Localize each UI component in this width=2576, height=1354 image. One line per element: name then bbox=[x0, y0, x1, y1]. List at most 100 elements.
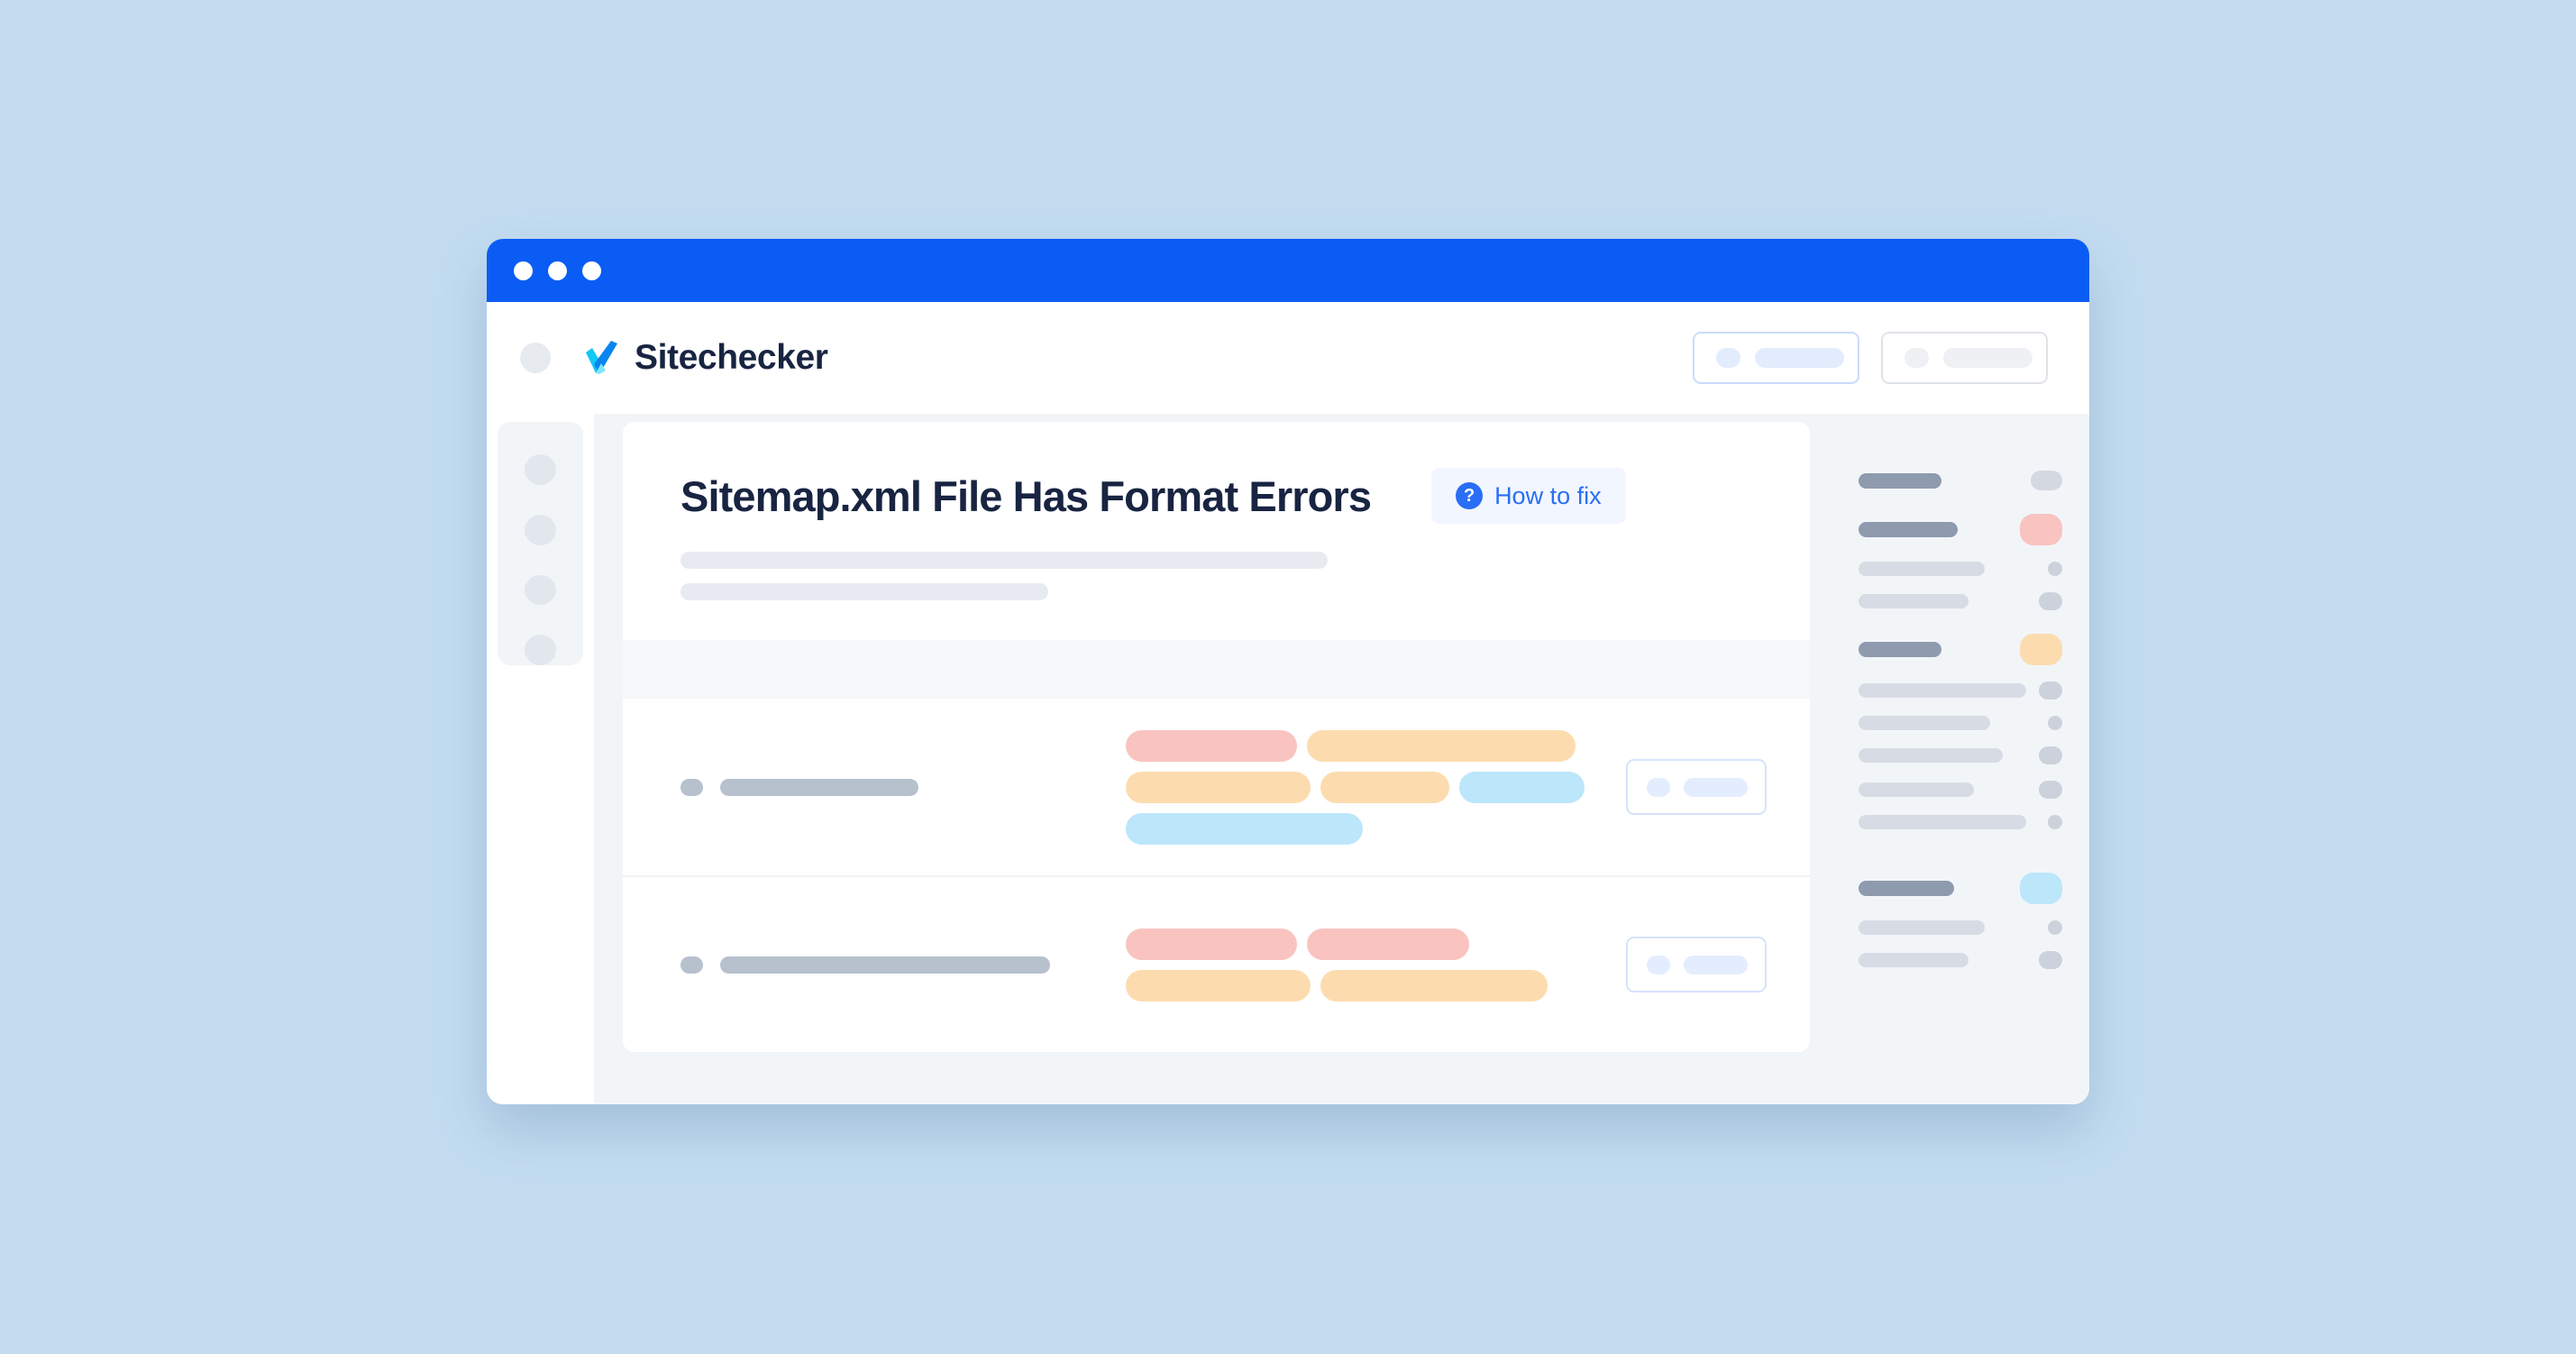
avatar[interactable] bbox=[520, 343, 551, 373]
main-content: Sitemap.xml File Has Format Errors ? How… bbox=[594, 414, 1830, 1104]
left-sidebar bbox=[487, 414, 594, 1104]
panel-row-badge bbox=[2048, 562, 2062, 576]
question-mark-icon: ? bbox=[1456, 482, 1484, 509]
panel-row-badge bbox=[2039, 592, 2062, 610]
panel-row-label bbox=[1859, 562, 1985, 576]
row-tag-pills bbox=[1104, 928, 1626, 1002]
row-text-placeholder bbox=[720, 956, 1050, 974]
panel-row[interactable] bbox=[1859, 873, 2062, 904]
sidebar-nav-panel bbox=[498, 422, 583, 665]
panel-row-label bbox=[1859, 683, 2026, 698]
primary-header-button[interactable] bbox=[1693, 332, 1859, 384]
panel-group-2 bbox=[1859, 514, 2062, 610]
tag-pill-pink bbox=[1307, 928, 1469, 960]
panel-row-label bbox=[1859, 748, 2003, 763]
panel-row-badge-info bbox=[2020, 873, 2062, 904]
sitechecker-checkmark-logo-icon bbox=[586, 341, 617, 374]
panel-row-label bbox=[1859, 920, 1985, 935]
panel-row[interactable] bbox=[1859, 815, 2062, 829]
app-header: Sitechecker bbox=[487, 302, 2089, 414]
tag-pill-orange bbox=[1126, 969, 1311, 1002]
pill-line bbox=[1126, 771, 1585, 803]
traffic-light-minimize-icon[interactable] bbox=[548, 261, 567, 280]
panel-row[interactable] bbox=[1859, 592, 2062, 610]
panel-row[interactable] bbox=[1859, 514, 2062, 545]
row-label-placeholder bbox=[681, 956, 1104, 974]
pill-line bbox=[1126, 969, 1548, 1002]
right-sidebar bbox=[1830, 414, 2089, 1104]
button-label-placeholder bbox=[1684, 955, 1748, 974]
sidebar-item-2-icon[interactable] bbox=[525, 514, 556, 545]
tag-pill-pink bbox=[1126, 729, 1297, 762]
panel-row[interactable] bbox=[1859, 682, 2062, 700]
header-actions bbox=[1693, 332, 2048, 384]
app-body: Sitemap.xml File Has Format Errors ? How… bbox=[487, 414, 2089, 1104]
brand-logo-group[interactable]: Sitechecker bbox=[581, 337, 828, 379]
traffic-light-close-icon[interactable] bbox=[514, 261, 533, 280]
sidebar-item-4-icon[interactable] bbox=[525, 635, 556, 665]
panel-row-label bbox=[1859, 881, 1954, 896]
row-bullet-icon bbox=[681, 956, 703, 974]
row-bullet-icon bbox=[681, 778, 703, 796]
panel-row[interactable] bbox=[1859, 781, 2062, 799]
tag-pill-orange bbox=[1320, 771, 1449, 803]
brand-name: Sitechecker bbox=[635, 338, 828, 377]
panel-row-label bbox=[1859, 815, 2026, 829]
table-row[interactable] bbox=[623, 875, 1810, 1052]
panel-row-badge bbox=[2031, 471, 2062, 490]
button-icon-placeholder bbox=[1716, 348, 1740, 368]
how-to-fix-button[interactable]: ? How to fix bbox=[1431, 468, 1626, 524]
sidebar-item-3-icon[interactable] bbox=[525, 574, 556, 606]
tag-pill-orange bbox=[1307, 729, 1576, 762]
tag-pill-blue bbox=[1126, 812, 1363, 845]
panel-row-badge bbox=[2039, 746, 2062, 764]
panel-group-3 bbox=[1859, 634, 2062, 829]
tag-pill-pink bbox=[1126, 928, 1297, 960]
button-icon-placeholder bbox=[1647, 777, 1670, 797]
tag-pill-blue bbox=[1459, 771, 1585, 803]
panel-row[interactable] bbox=[1859, 562, 2062, 576]
panel-row[interactable] bbox=[1859, 920, 2062, 935]
pill-line bbox=[1126, 729, 1576, 762]
panel-row-badge bbox=[2048, 815, 2062, 829]
browser-window: Sitechecker Sitemap.xml File Has Format … bbox=[487, 239, 2089, 1104]
row-text-placeholder bbox=[720, 778, 918, 796]
traffic-light-maximize-icon[interactable] bbox=[582, 261, 601, 280]
page-title: Sitemap.xml File Has Format Errors bbox=[681, 471, 1372, 520]
button-label-placeholder bbox=[1755, 348, 1844, 368]
description-placeholders bbox=[681, 552, 1767, 600]
panel-row-badge bbox=[2039, 781, 2062, 799]
panel-group-4 bbox=[1859, 873, 2062, 969]
row-action-button[interactable] bbox=[1626, 759, 1767, 815]
panel-row-badge bbox=[2039, 682, 2062, 700]
panel-row[interactable] bbox=[1859, 746, 2062, 764]
title-row: Sitemap.xml File Has Format Errors ? How… bbox=[681, 468, 1767, 524]
issue-card: Sitemap.xml File Has Format Errors ? How… bbox=[623, 422, 1810, 1052]
tag-pill-orange bbox=[1320, 969, 1548, 1002]
panel-row-badge bbox=[2048, 920, 2062, 935]
panel-row[interactable] bbox=[1859, 951, 2062, 969]
panel-row[interactable] bbox=[1859, 716, 2062, 730]
description-line-2 bbox=[681, 583, 1048, 600]
main-card-wrapper: Sitemap.xml File Has Format Errors ? How… bbox=[623, 422, 1810, 1052]
panel-group-1 bbox=[1859, 471, 2062, 490]
panel-row-badge bbox=[2048, 716, 2062, 730]
panel-row-label bbox=[1859, 472, 1941, 489]
row-tag-pills bbox=[1104, 729, 1626, 845]
pill-line bbox=[1126, 928, 1469, 960]
sidebar-item-1-icon[interactable] bbox=[525, 454, 556, 485]
secondary-header-button[interactable] bbox=[1881, 332, 2048, 384]
table-header-strip bbox=[623, 640, 1810, 699]
row-action-button[interactable] bbox=[1626, 937, 1767, 993]
panel-row-badge bbox=[2039, 951, 2062, 969]
table-row[interactable] bbox=[623, 699, 1810, 875]
panel-row-label bbox=[1859, 522, 1958, 537]
panel-row-label bbox=[1859, 782, 1974, 797]
pill-line bbox=[1126, 812, 1363, 845]
panel-row-label bbox=[1859, 594, 1969, 608]
panel-row[interactable] bbox=[1859, 471, 2062, 490]
button-icon-placeholder bbox=[1647, 955, 1670, 974]
button-label-placeholder bbox=[1684, 777, 1748, 797]
row-label-placeholder bbox=[681, 778, 1104, 796]
panel-row[interactable] bbox=[1859, 634, 2062, 665]
